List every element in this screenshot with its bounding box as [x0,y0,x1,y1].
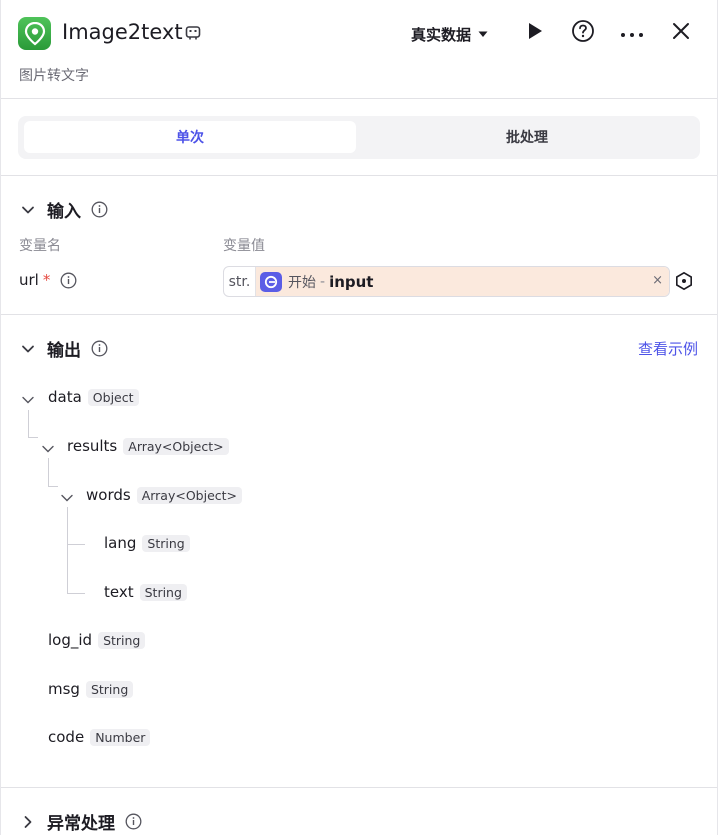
ref-variable-name: input [329,272,374,291]
more-button[interactable] [619,20,645,46]
tab-single[interactable]: 单次 [24,121,356,153]
help-button[interactable] [570,20,596,46]
param-name: url [19,271,39,289]
field-type-badge: String [142,534,190,552]
view-example-link[interactable]: 查看示例 [638,338,698,359]
ref-node-name: 开始 [288,274,316,291]
variable-icon[interactable] [674,271,694,291]
tree-guide-line [48,486,58,487]
field-name: code [48,728,85,746]
output-field-log-id[interactable]: log_id String [48,631,146,649]
play-icon [527,22,543,44]
field-name: log_id [48,631,93,649]
info-icon[interactable] [91,201,108,218]
field-name: results [67,437,118,455]
app-logo-icon [18,17,51,50]
more-icon [620,24,644,43]
variable-reference-chip[interactable]: 开始 - input × [256,267,669,296]
field-name: text [104,583,134,601]
chevron-down-icon[interactable] [19,340,37,358]
help-icon [571,19,595,47]
caret-down-icon [477,26,489,44]
info-icon[interactable] [60,272,77,289]
info-icon[interactable] [125,813,142,830]
field-type-badge: Object [87,388,139,406]
output-field-code[interactable]: code Number [48,728,151,746]
divider [1,175,717,176]
node-title[interactable]: Image2text [62,20,183,44]
input-section-title: 输入 [47,202,81,222]
field-type-badge: String [139,583,187,601]
field-name: words [86,486,131,504]
chevron-down-icon[interactable] [60,490,74,504]
field-type-badge: Array<Object> [123,437,229,455]
ref-separator: - [320,273,326,290]
data-mode-label: 真实数据 [411,26,472,44]
close-icon [672,22,690,44]
run-button[interactable] [522,20,548,46]
tree-guide-line [67,507,68,594]
tree-guide-line [28,410,29,438]
required-mark: * [42,271,51,289]
field-name: msg [48,680,80,698]
chevron-down-icon[interactable] [41,441,55,455]
output-field-msg[interactable]: msg String [48,680,134,698]
exception-section-title: 异常处理 [47,814,115,834]
input-section-header[interactable]: 输入 [19,197,108,222]
tree-guide-line [48,458,49,486]
type-tag[interactable]: str. [224,267,256,296]
field-name: data [48,388,82,406]
info-icon[interactable] [91,340,108,357]
field-type-badge: Array<Object> [136,486,243,504]
field-name: lang [104,534,137,552]
field-type-badge: String [98,631,146,649]
node-detail-panel: Image2text 图片转文字 真实数据 单次 批处理 输入 变量名 变量值 … [0,0,718,835]
output-field-results[interactable]: results Array<Object> [67,437,229,455]
divider [1,314,717,315]
edit-icon[interactable] [184,24,202,42]
chevron-down-icon[interactable] [21,392,35,406]
output-field-text[interactable]: text String [104,583,187,601]
exception-section-header[interactable]: 异常处理 [19,809,142,834]
output-field-lang[interactable]: lang String [104,534,190,552]
tree-guide-line [28,437,38,438]
chevron-right-icon[interactable] [19,813,37,831]
panel-header: Image2text 图片转文字 真实数据 [1,0,717,99]
output-section-title: 输出 [47,341,81,361]
tree-guide-line [67,593,85,594]
param-url-value-field[interactable]: str. 开始 - input × [223,266,670,297]
output-field-words[interactable]: words Array<Object> [86,486,243,504]
field-type-badge: Number [90,728,151,746]
output-field-data[interactable]: data Object [48,388,139,406]
param-url-label: url * [19,271,77,289]
output-section-header[interactable]: 输出 [19,336,108,361]
start-node-icon [260,271,282,292]
tab-batch[interactable]: 批处理 [360,121,694,153]
tree-guide-line [67,544,85,545]
mode-tabs: 单次 批处理 [18,116,700,159]
data-mode-select[interactable]: 真实数据 [411,24,489,45]
field-type-badge: String [85,680,134,698]
node-subtitle: 图片转文字 [19,68,89,84]
close-button[interactable] [668,20,694,46]
col-variable-name: 变量名 [19,238,61,254]
chevron-down-icon[interactable] [19,201,37,219]
divider [1,787,717,788]
col-variable-value: 变量值 [223,238,265,254]
clear-reference-button[interactable]: × [652,273,663,288]
